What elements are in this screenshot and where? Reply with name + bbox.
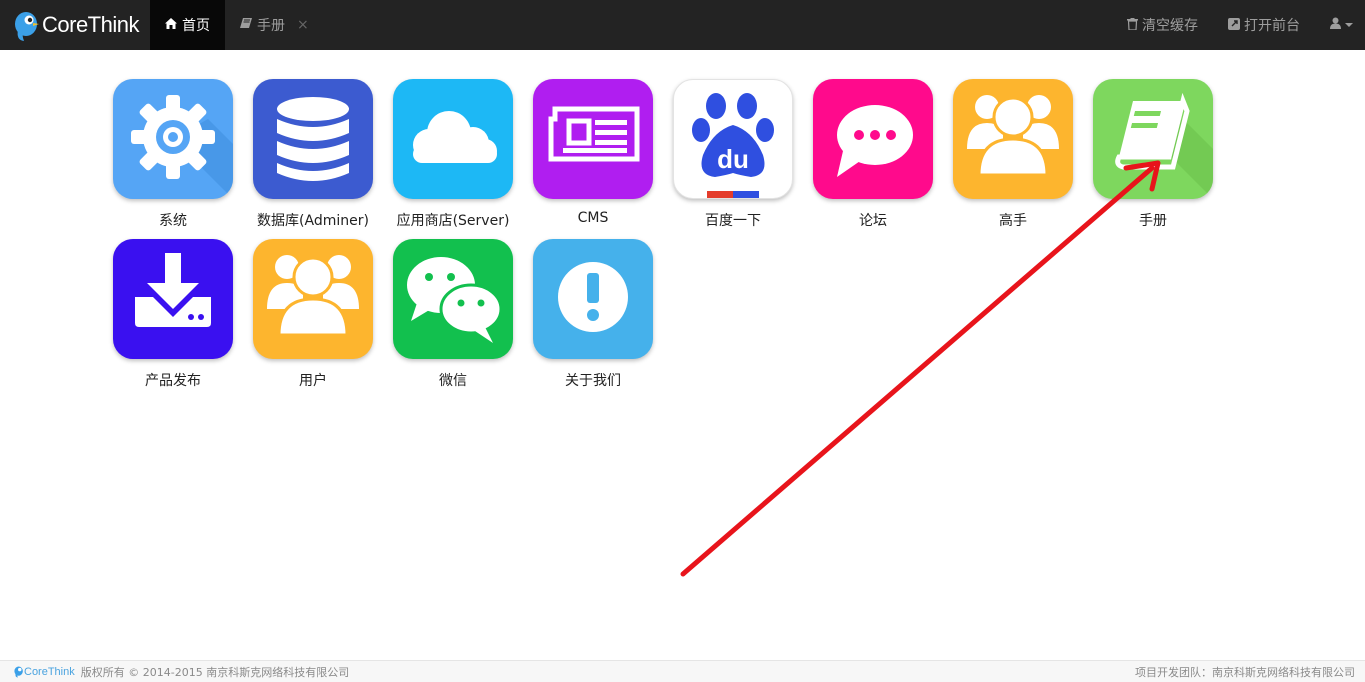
app-tile-system[interactable] bbox=[113, 79, 233, 199]
app-store[interactable]: 应用商店(Server) bbox=[383, 79, 523, 239]
app-users[interactable]: 用户 bbox=[243, 239, 383, 399]
app-label: 微信 bbox=[439, 373, 467, 389]
users-group-icon bbox=[253, 239, 373, 359]
app-tile-baidu[interactable]: du bbox=[673, 79, 793, 199]
app-label: 用户 bbox=[299, 373, 327, 389]
app-tile-users[interactable] bbox=[253, 239, 373, 359]
app-label: 产品发布 bbox=[145, 373, 201, 389]
app-forum[interactable]: 论坛 bbox=[803, 79, 943, 239]
app-label: CMS bbox=[577, 210, 609, 226]
corethink-bird-icon bbox=[14, 666, 23, 678]
user-menu-toggle[interactable] bbox=[1315, 0, 1365, 50]
tab-manual[interactable]: 手册 × bbox=[225, 0, 324, 50]
user-icon bbox=[1330, 17, 1341, 33]
chat-bubble-icon bbox=[813, 79, 933, 199]
clear-cache-link[interactable]: 清空缓存 bbox=[1112, 0, 1213, 50]
chevron-down-icon bbox=[1345, 23, 1353, 27]
app-label: 论坛 bbox=[859, 213, 887, 229]
newspaper-icon bbox=[533, 79, 653, 199]
clear-cache-label: 清空缓存 bbox=[1142, 18, 1198, 34]
users-group-icon bbox=[953, 79, 1073, 199]
tab-manual-label: 手册 bbox=[257, 18, 285, 34]
brand-name: CoreThink bbox=[42, 12, 139, 37]
app-wechat[interactable]: 微信 bbox=[383, 239, 523, 399]
app-experts[interactable]: 高手 bbox=[943, 79, 1083, 239]
app-tile-about[interactable] bbox=[533, 239, 653, 359]
footer-logo[interactable]: CoreThink bbox=[14, 665, 75, 678]
footer-logo-text: CoreThink bbox=[24, 665, 75, 678]
app-database[interactable]: 数据库(Adminer) bbox=[243, 79, 383, 239]
footer-team: 项目开发团队：南京科斯克网络科技有限公司 bbox=[1135, 665, 1355, 679]
home-icon bbox=[165, 18, 177, 32]
app-cms[interactable]: CMS bbox=[523, 79, 663, 239]
database-icon bbox=[253, 79, 373, 199]
tab-home-label: 首页 bbox=[182, 18, 210, 34]
app-tile-database[interactable] bbox=[253, 79, 373, 199]
wechat-icon bbox=[393, 239, 513, 359]
brand-logo[interactable]: CoreThink bbox=[0, 0, 150, 50]
book-icon bbox=[240, 18, 252, 32]
app-tile-store[interactable] bbox=[393, 79, 513, 199]
app-label: 关于我们 bbox=[565, 373, 621, 389]
app-tile-wechat[interactable] bbox=[393, 239, 513, 359]
app-grid: 系统 数据库(Adminer) 应用商店(Server) CMS du 百度一下… bbox=[103, 79, 1233, 399]
cloud-icon bbox=[393, 79, 513, 199]
exclamation-icon bbox=[533, 239, 653, 359]
page-footer: CoreThink 版权所有 © 2014-2015 南京科斯克网络科技有限公司… bbox=[0, 660, 1365, 682]
app-tile-release[interactable] bbox=[113, 239, 233, 359]
app-tile-experts[interactable] bbox=[953, 79, 1073, 199]
baidu-paw-icon: du bbox=[674, 80, 792, 198]
svg-text:du: du bbox=[717, 144, 749, 174]
app-baidu[interactable]: du 百度一下 bbox=[663, 79, 803, 239]
app-about[interactable]: 关于我们 bbox=[523, 239, 663, 399]
app-tile-forum[interactable] bbox=[813, 79, 933, 199]
app-label: 数据库(Adminer) bbox=[257, 213, 369, 229]
tab-close-icon[interactable]: × bbox=[297, 17, 309, 33]
download-icon bbox=[113, 239, 233, 359]
top-navbar: CoreThink 首页 手册 × 清空缓存 打开前台 bbox=[0, 0, 1365, 50]
app-system[interactable]: 系统 bbox=[103, 79, 243, 239]
app-label: 系统 bbox=[159, 213, 187, 229]
open-front-label: 打开前台 bbox=[1244, 18, 1300, 34]
book-icon bbox=[1093, 79, 1213, 199]
app-label: 应用商店(Server) bbox=[396, 213, 510, 229]
open-front-link[interactable]: 打开前台 bbox=[1213, 0, 1315, 50]
corethink-bird-icon bbox=[14, 8, 40, 42]
tab-home[interactable]: 首页 bbox=[150, 0, 225, 50]
trash-icon bbox=[1127, 17, 1138, 33]
gear-icon bbox=[113, 79, 233, 199]
footer-left: CoreThink 版权所有 © 2014-2015 南京科斯克网络科技有限公司 bbox=[14, 664, 349, 680]
footer-copyright: 版权所有 © 2014-2015 南京科斯克网络科技有限公司 bbox=[80, 665, 350, 679]
app-label: 手册 bbox=[1139, 213, 1167, 229]
app-tile-manual[interactable] bbox=[1093, 79, 1213, 199]
app-label: 百度一下 bbox=[705, 213, 761, 229]
app-manual[interactable]: 手册 bbox=[1083, 79, 1223, 239]
external-link-icon bbox=[1228, 17, 1240, 33]
navbar-right: 清空缓存 打开前台 bbox=[1112, 0, 1365, 50]
app-release[interactable]: 产品发布 bbox=[103, 239, 243, 399]
app-tile-cms[interactable] bbox=[533, 79, 653, 199]
app-label: 高手 bbox=[999, 213, 1027, 229]
